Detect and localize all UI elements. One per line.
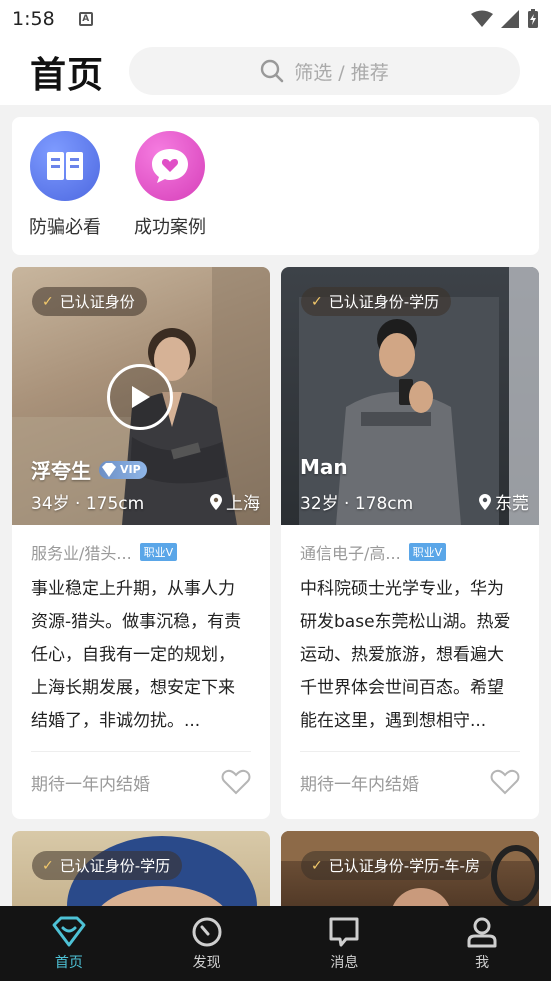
compass-icon <box>192 917 222 947</box>
job-line: 服务业/猎头... 职业V <box>12 525 270 563</box>
profile-name: Man <box>300 455 348 479</box>
heart-chat-icon <box>135 131 205 201</box>
check-icon: ✓ <box>311 857 323 874</box>
job-verified-badge: 职业V <box>139 542 178 561</box>
nav-label: 发现 <box>192 955 221 971</box>
job-text: 服务业/猎头... <box>31 543 132 563</box>
profile-photo[interactable]: ✓ 已认证身份-学历 Man 32岁 · 178cm 东莞 <box>281 267 539 525</box>
person-icon <box>467 917 497 948</box>
location-pin-icon <box>479 493 491 510</box>
profile-info-line: 32岁 · 178cm 东莞 <box>300 489 529 514</box>
wifi-icon <box>471 10 493 27</box>
status-time: 1:58 <box>12 8 55 30</box>
quick-link-anti-fraud[interactable]: 防骗必看 <box>20 131 110 239</box>
quick-links-card: 防骗必看 成功案例 <box>12 117 539 255</box>
nav-item-home[interactable]: 首页 <box>0 906 138 981</box>
header: 首页 筛选 / 推荐 <box>0 38 551 105</box>
verify-text: 已认证身份-学历 <box>59 857 171 875</box>
message-icon <box>329 917 359 947</box>
age-height: 34岁 · 175cm <box>31 494 145 514</box>
vip-badge: VIP <box>99 460 147 479</box>
nav-label: 首页 <box>54 955 83 971</box>
nav-label: 我 <box>475 955 490 971</box>
city-text: 东莞 <box>495 494 529 514</box>
verify-text: 已认证身份-学历-车-房 <box>328 857 480 875</box>
bottom-nav: 首页 发现 消息 我 <box>0 906 551 981</box>
nav-item-messages[interactable]: 消息 <box>276 906 414 981</box>
profile-photo[interactable]: ✓ 已认证身份 浮夸生 VIP 34岁 · 175cm 上海 <box>12 267 270 525</box>
notification-app-icon: A <box>78 12 93 26</box>
quick-link-success-stories[interactable]: 成功案例 <box>125 131 215 239</box>
vip-diamond-icon <box>102 462 116 477</box>
search-icon <box>261 59 284 83</box>
verify-text: 已认证身份-学历 <box>328 293 440 311</box>
marriage-intent: 期待一年内结婚 <box>300 774 419 795</box>
profile-footer: 期待一年内结婚 <box>281 752 539 812</box>
play-video-button[interactable] <box>107 364 173 430</box>
verify-badge: ✓ 已认证身份 <box>32 287 147 316</box>
battery-icon <box>528 9 538 28</box>
verify-badge: ✓ 已认证身份-学历 <box>301 287 452 316</box>
profile-bio: 事业稳定上升期，从事人力资源-猎头。做事沉稳，有责任心，自我有一定的规划，上海长… <box>31 579 242 731</box>
vip-text: VIP <box>120 463 141 476</box>
verify-text: 已认证身份 <box>59 293 135 311</box>
quick-link-label: 防骗必看 <box>29 217 101 238</box>
like-heart-icon[interactable] <box>221 769 251 795</box>
verify-badge: ✓ 已认证身份-学历 <box>32 851 183 880</box>
verify-badge: ✓ 已认证身份-学历-车-房 <box>301 851 492 880</box>
search-placeholder: 筛选 / 推荐 <box>294 61 389 84</box>
location-pin-icon <box>210 493 222 510</box>
profile-name-line: 浮夸生 VIP <box>31 455 147 484</box>
check-icon: ✓ <box>42 857 54 874</box>
profile-name: 浮夸生 <box>31 459 91 483</box>
profile-bio: 中科院硕士光学专业，华为研发base东莞松山湖。热爱运动、热爱旅游，想看遍大千世… <box>300 579 511 731</box>
job-verified-badge: 职业V <box>408 542 447 561</box>
profile-card[interactable]: ✓ 已认证身份-学历 Man 32岁 · 178cm 东莞 通信电子/高... … <box>281 267 539 819</box>
nav-label: 消息 <box>330 955 359 971</box>
signal-icon <box>501 10 519 28</box>
quick-link-label: 成功案例 <box>134 217 206 238</box>
status-indicators <box>471 9 539 29</box>
job-text: 通信电子/高... <box>300 543 401 563</box>
profile-name-line: Man <box>300 455 348 479</box>
book-icon <box>30 131 100 201</box>
check-icon: ✓ <box>311 293 323 310</box>
page-title: 首页 <box>30 54 105 96</box>
age-height: 32岁 · 178cm <box>300 494 414 514</box>
nav-item-profile[interactable]: 我 <box>413 906 551 981</box>
profile-card[interactable]: ✓ 已认证身份 浮夸生 VIP 34岁 · 175cm 上海 服务业/猎头...… <box>12 267 270 819</box>
nav-item-discover[interactable]: 发现 <box>138 906 276 981</box>
profile-city: 东莞 <box>479 489 529 514</box>
diamond-icon <box>52 916 86 947</box>
check-icon: ✓ <box>42 293 54 310</box>
profile-city: 上海 <box>210 489 260 514</box>
search-box[interactable]: 筛选 / 推荐 <box>129 47 520 95</box>
like-heart-icon[interactable] <box>490 769 520 795</box>
job-line: 通信电子/高... 职业V <box>281 525 539 563</box>
play-icon <box>132 386 150 408</box>
status-bar: 1:58 A <box>0 0 551 38</box>
city-text: 上海 <box>226 494 260 514</box>
marriage-intent: 期待一年内结婚 <box>31 774 150 795</box>
profile-info-line: 34岁 · 175cm 上海 <box>31 489 260 514</box>
profile-footer: 期待一年内结婚 <box>12 752 270 812</box>
